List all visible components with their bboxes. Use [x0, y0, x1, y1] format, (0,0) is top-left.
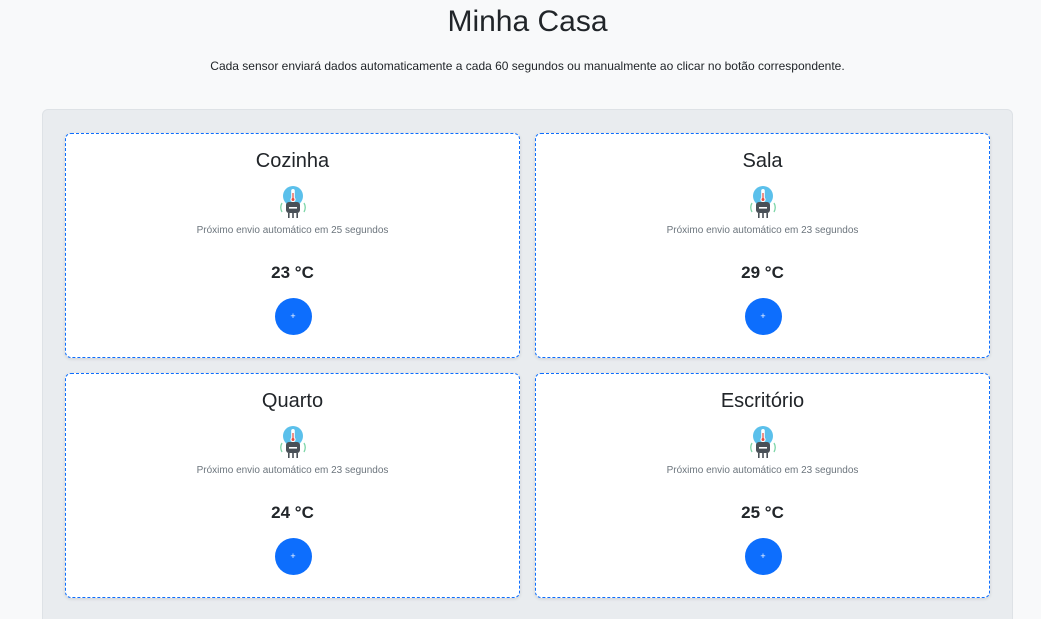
temperature-value: 23 °C — [271, 263, 314, 282]
temperature-value: 24 °C — [271, 503, 314, 522]
next-send-status: Próximo envio automático em 25 segundos — [196, 225, 389, 236]
sensor-name: Escritório — [720, 390, 805, 412]
send-data-button[interactable]: + — [274, 298, 312, 335]
sensor-card-cozinha: Cozinha Próximo envio automático em 25 s… — [65, 133, 520, 358]
next-send-status: Próximo envio automático em 23 segundos — [196, 465, 389, 476]
thermometer-sensor-icon — [279, 186, 306, 218]
next-send-status: Próximo envio automático em 23 segundos — [666, 465, 859, 476]
sensor-card-escritorio: Escritório Próximo envio automático em 2… — [535, 373, 990, 598]
sensor-card-quarto: Quarto Próximo envio automático em 23 se… — [65, 373, 520, 598]
send-data-button[interactable]: + — [274, 538, 312, 575]
page-title: Minha Casa — [447, 5, 608, 38]
sensor-name: Sala — [742, 150, 783, 172]
next-send-status: Próximo envio automático em 23 segundos — [666, 225, 859, 236]
sensor-name: Quarto — [261, 390, 324, 412]
page: Minha Casa Cada sensor enviará dados aut… — [0, 0, 1041, 619]
temperature-value: 29 °C — [741, 263, 784, 282]
thermometer-sensor-icon — [749, 426, 776, 458]
sensors-panel: Cozinha Próximo envio automático em 25 s… — [42, 109, 1013, 619]
send-data-button[interactable]: + — [744, 298, 782, 335]
thermometer-sensor-icon — [279, 426, 306, 458]
sensor-name: Cozinha — [255, 150, 330, 172]
sensor-card-sala: Sala Próximo envio automático em 23 segu… — [535, 133, 990, 358]
page-subtitle: Cada sensor enviará dados automaticament… — [210, 59, 845, 73]
send-data-button[interactable]: + — [744, 538, 782, 575]
temperature-value: 25 °C — [741, 503, 784, 522]
thermometer-sensor-icon — [749, 186, 776, 218]
